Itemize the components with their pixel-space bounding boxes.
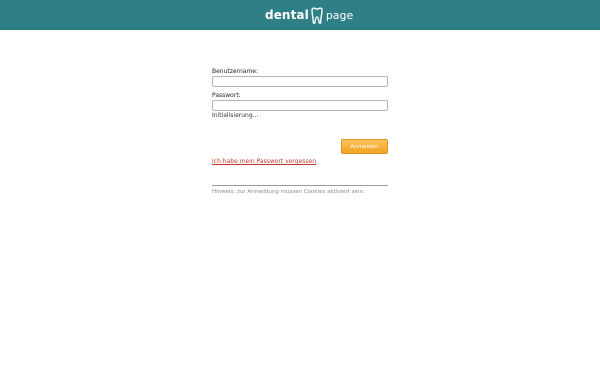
cookie-hint: Hinweis: zur Anmeldung müssen Cookies ak…	[212, 189, 365, 195]
username-label: Benutzername:	[212, 68, 259, 75]
login-form: Benutzername: Passwort:	[212, 68, 388, 111]
dentalpage-logo[interactable]: dental page	[265, 6, 353, 24]
top-header-bar: dental page	[0, 0, 600, 30]
status-text: Initialisierung...	[212, 112, 259, 119]
username-input[interactable]	[212, 76, 388, 87]
logo-text-dental: dental	[265, 8, 309, 22]
logo-text-page: page	[325, 8, 354, 22]
forgot-password-link[interactable]: Ich habe mein Passwort vergessen	[212, 158, 316, 165]
password-label: Passwort:	[212, 92, 241, 99]
tooth-icon	[311, 6, 323, 24]
login-button[interactable]: Anmelden	[341, 139, 388, 154]
password-input[interactable]	[212, 100, 388, 111]
divider	[212, 185, 388, 186]
